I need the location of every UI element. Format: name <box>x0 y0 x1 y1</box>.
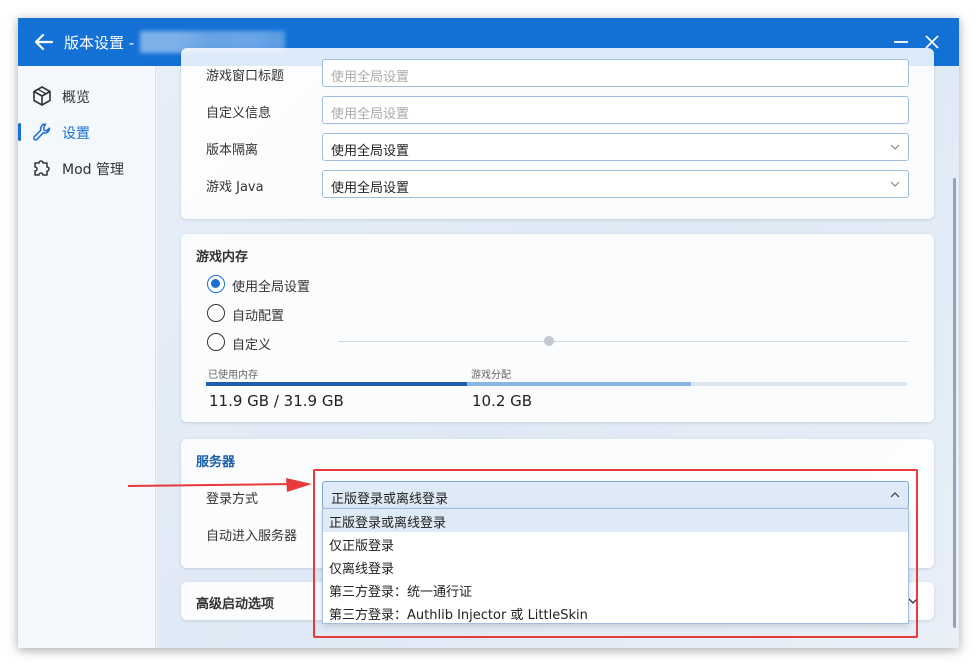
annotation-arrow-icon <box>127 478 312 492</box>
memory-slider-thumb[interactable] <box>544 336 554 346</box>
select-value: 使用全局设置 <box>331 181 410 196</box>
placeholder-text: 使用全局设置 <box>331 70 410 85</box>
radio-label: 自定义 <box>232 338 272 353</box>
auto-join-server-label: 自动进入服务器 <box>206 529 298 544</box>
puzzle-icon <box>34 160 50 176</box>
sidebar-item-settings[interactable]: 设置 <box>18 117 156 147</box>
game-allocation-value: 10.2 GB <box>472 392 533 410</box>
radio-label: 使用全局设置 <box>232 280 311 295</box>
version-isolation-label: 版本隔离 <box>206 143 259 158</box>
game-window-title-label: 游戏窗口标题 <box>206 69 285 84</box>
game-allocation-label: 游戏分配 <box>471 370 511 381</box>
server-title: 服务器 <box>196 455 236 470</box>
sidebar: 概览 设置 Mod 管理 <box>18 66 156 648</box>
memory-usage-bar <box>206 382 907 386</box>
used-memory-value: 11.9 GB / 31.9 GB <box>209 392 344 410</box>
sidebar-item-label: 概览 <box>62 90 90 106</box>
game-settings-card: 游戏窗口标题 使用全局设置 自定义信息 使用全局设置 版本隔离 使用全局设置 游… <box>181 48 934 219</box>
game-window-title-input[interactable]: 使用全局设置 <box>322 59 909 87</box>
select-value: 使用全局设置 <box>331 144 410 159</box>
vertical-scrollbar[interactable] <box>953 178 956 628</box>
radio-auto-config[interactable] <box>207 304 225 322</box>
version-isolation-select[interactable]: 使用全局设置 <box>322 133 909 161</box>
sidebar-item-label: 设置 <box>62 126 90 142</box>
sidebar-item-label: Mod 管理 <box>62 162 124 178</box>
placeholder-text: 使用全局设置 <box>331 107 410 122</box>
used-memory-fill <box>206 382 467 386</box>
radio-custom[interactable] <box>207 333 225 351</box>
annotation-highlight-box <box>313 469 918 638</box>
custom-info-input[interactable]: 使用全局设置 <box>322 96 909 124</box>
active-indicator <box>18 123 21 141</box>
advanced-options-title: 高级启动选项 <box>196 597 275 612</box>
game-java-label: 游戏 Java <box>206 180 264 195</box>
game-java-select[interactable]: 使用全局设置 <box>322 170 909 198</box>
memory-card: 游戏内存 使用全局设置 自动配置 自定义 已使用内存 游戏分配 11.9 GB … <box>181 234 934 422</box>
radio-use-global[interactable] <box>207 275 225 293</box>
used-memory-label: 已使用内存 <box>208 370 258 381</box>
sidebar-item-mod-management[interactable]: Mod 管理 <box>18 153 156 183</box>
memory-title: 游戏内存 <box>196 250 249 265</box>
wrench-icon <box>33 123 51 141</box>
cube-icon <box>33 86 51 106</box>
window-title: 版本设置 - <box>64 34 135 52</box>
memory-slider-track[interactable] <box>338 341 908 342</box>
back-arrow-icon[interactable] <box>32 30 56 54</box>
sidebar-item-overview[interactable]: 概览 <box>18 81 156 111</box>
chevron-down-icon <box>890 144 900 150</box>
custom-info-label: 自定义信息 <box>206 106 272 121</box>
chevron-down-icon <box>890 181 900 187</box>
radio-label: 自动配置 <box>232 309 285 324</box>
allocated-memory-fill <box>467 382 691 386</box>
